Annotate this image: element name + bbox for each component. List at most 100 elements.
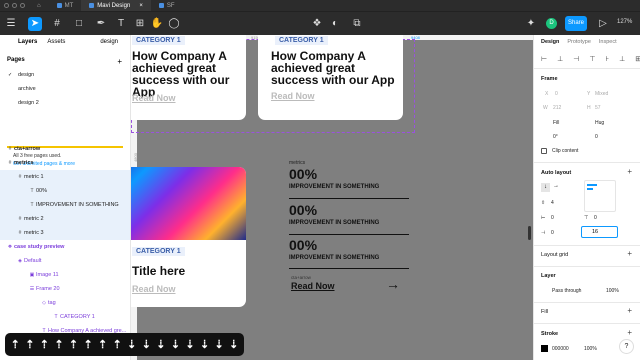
align-bottom-icon[interactable]: ⊥ [619, 55, 625, 63]
radius-input[interactable]: 0 [595, 134, 598, 140]
case-study-card[interactable]: CATEGORY 1 How Company A achieved great … [258, 35, 403, 120]
layer-row[interactable]: # metric 2 [0, 212, 130, 226]
page-item-archive[interactable]: archive [18, 86, 36, 92]
contrast-icon[interactable]: ◐ [328, 17, 342, 31]
case-study-card[interactable]: CATEGORY 1 Title here Read Now [131, 167, 246, 307]
layer-row[interactable]: ◈ Default [0, 254, 130, 268]
hug-sizing-select[interactable]: Hug [595, 120, 604, 126]
frame-tool-icon[interactable]: # [50, 17, 64, 31]
maximize-window-dot[interactable] [20, 3, 25, 8]
plugin-icon[interactable]: ✦ [524, 17, 538, 31]
layer-row[interactable]: ▣ Image 11 [0, 268, 130, 282]
metric-value[interactable]: 00% [289, 166, 317, 182]
layer-row[interactable]: # cta+arrow [0, 142, 130, 156]
rotation-input[interactable]: 0° [553, 134, 558, 140]
present-icon[interactable]: ▷ [596, 17, 610, 31]
canvas-scrollbar[interactable] [528, 226, 531, 240]
layer-row[interactable]: # metric 3 [0, 226, 130, 240]
vertical-direction-icon[interactable]: ↓ [541, 183, 550, 192]
layer-row[interactable]: T CATEGORY 1 [0, 310, 130, 324]
share-button[interactable]: Share [565, 16, 587, 31]
alignment-grid[interactable] [584, 180, 616, 212]
fill-sizing-select[interactable]: Fill [553, 120, 559, 126]
resources-icon[interactable]: ⊞ [133, 17, 147, 31]
read-now-link[interactable]: Read Now [132, 93, 176, 103]
distribute-icon[interactable]: ⊞ [635, 55, 640, 63]
tab-inspect[interactable]: Inspect [599, 39, 617, 45]
page-selector[interactable]: design [100, 39, 118, 45]
avatar[interactable]: D [546, 18, 557, 29]
pen-tool-icon[interactable]: ✒ [94, 17, 108, 31]
move-tool-icon[interactable]: ➤ [28, 17, 42, 31]
align-middle-icon[interactable]: ⊦ [605, 55, 609, 63]
align-left-icon[interactable]: ⊢ [541, 55, 547, 63]
add-page-icon[interactable]: + [117, 57, 122, 66]
page-item-design[interactable]: design [18, 72, 34, 78]
metric-value[interactable]: 00% [289, 237, 317, 253]
help-button[interactable]: ? [619, 339, 634, 354]
layer-row[interactable]: T IMPROVEMENT IN SOMETHING [0, 198, 130, 212]
case-study-card[interactable]: CATEGORY 1 How Company A achieved great … [131, 35, 246, 120]
align-center-icon[interactable]: ⊥ [557, 55, 563, 63]
add-icon[interactable]: + [627, 306, 632, 315]
padding-h-input[interactable]: 0 [551, 215, 554, 221]
w-input[interactable]: 212 [553, 105, 561, 111]
main-menu-icon[interactable]: ☰ [4, 17, 18, 31]
tab-home[interactable]: ⌂ [29, 0, 49, 11]
tab-sf[interactable]: SF [151, 0, 183, 11]
tab-assets[interactable]: Assets [47, 39, 65, 45]
page-item-design-2[interactable]: design 2 [18, 100, 39, 106]
tab-design[interactable]: Design [541, 39, 559, 45]
boolean-icon[interactable]: ⧉ [350, 17, 364, 31]
h-input[interactable]: 57 [595, 105, 601, 111]
tab-mavi-design[interactable]: Mavi Design × [81, 0, 151, 11]
stroke-color-swatch[interactable] [541, 345, 548, 352]
padding-v-input[interactable]: 0 [594, 215, 597, 221]
x-input[interactable]: 0 [555, 91, 558, 97]
stroke-color-input[interactable]: 000000 [552, 346, 569, 352]
layer-row[interactable]: T 00% [0, 184, 130, 198]
layer-row[interactable]: ☰ Frame 20 [0, 282, 130, 296]
frame-title[interactable]: Frame [541, 76, 558, 82]
add-icon[interactable]: + [627, 328, 632, 337]
close-tab-icon[interactable]: × [139, 3, 143, 9]
metric-text[interactable]: IMPROVEMENT IN SOMETHING [289, 184, 379, 190]
stroke-opacity-input[interactable]: 100% [584, 346, 597, 352]
blend-mode-select[interactable]: Pass through [552, 288, 581, 294]
opacity-input[interactable]: 100% [606, 288, 619, 294]
horizontal-direction-icon[interactable]: → [553, 183, 559, 189]
design-canvas[interactable]: 9000 9050 9100 9150 9184 9250 9300 9350 … [131, 35, 533, 360]
y-input[interactable]: Mixed [595, 91, 608, 97]
read-now-link[interactable]: Read Now [271, 91, 315, 101]
add-icon[interactable]: + [627, 249, 632, 258]
align-right-icon[interactable]: ⊣ [573, 55, 579, 63]
tab-prototype[interactable]: Prototype [567, 39, 591, 45]
metric-text[interactable]: IMPROVEMENT IN SOMETHING [289, 255, 379, 261]
window-controls[interactable] [4, 3, 25, 8]
comment-icon[interactable]: ◯ [167, 17, 181, 31]
layer-row[interactable]: ❖ case study preview [0, 240, 130, 254]
arrow-right-icon[interactable]: → [386, 276, 400, 292]
clip-content-checkbox[interactable] [541, 148, 547, 154]
hand-tool-icon[interactable]: ✋ [150, 17, 164, 31]
metric-text[interactable]: IMPROVEMENT IN SOMETHING [289, 220, 379, 226]
padding-left-input[interactable]: 0 [551, 230, 554, 236]
align-top-icon[interactable]: ⊤ [589, 55, 595, 63]
layer-row[interactable]: ◇ tag [0, 296, 130, 310]
read-now-link[interactable]: Read Now [132, 284, 176, 294]
cta-link[interactable]: Read Now [291, 281, 335, 291]
tab-mt[interactable]: MT [49, 0, 82, 11]
metric-value[interactable]: 00% [289, 202, 317, 218]
tab-layers[interactable]: Layers [18, 39, 37, 45]
zoom-level[interactable]: 127% [617, 19, 632, 25]
shape-tool-icon[interactable]: □ [72, 17, 86, 31]
component-icon[interactable]: ❖ [310, 17, 324, 31]
layer-row[interactable]: # metric 1 [0, 170, 130, 184]
add-icon[interactable]: + [627, 167, 632, 176]
layer-row[interactable]: # metrics [0, 156, 130, 170]
spacing-input[interactable]: 4 [551, 200, 554, 206]
minimize-window-dot[interactable] [12, 3, 17, 8]
text-tool-icon[interactable]: T [114, 17, 128, 31]
gap-input[interactable]: 16 [581, 226, 618, 238]
close-window-dot[interactable] [4, 3, 9, 8]
